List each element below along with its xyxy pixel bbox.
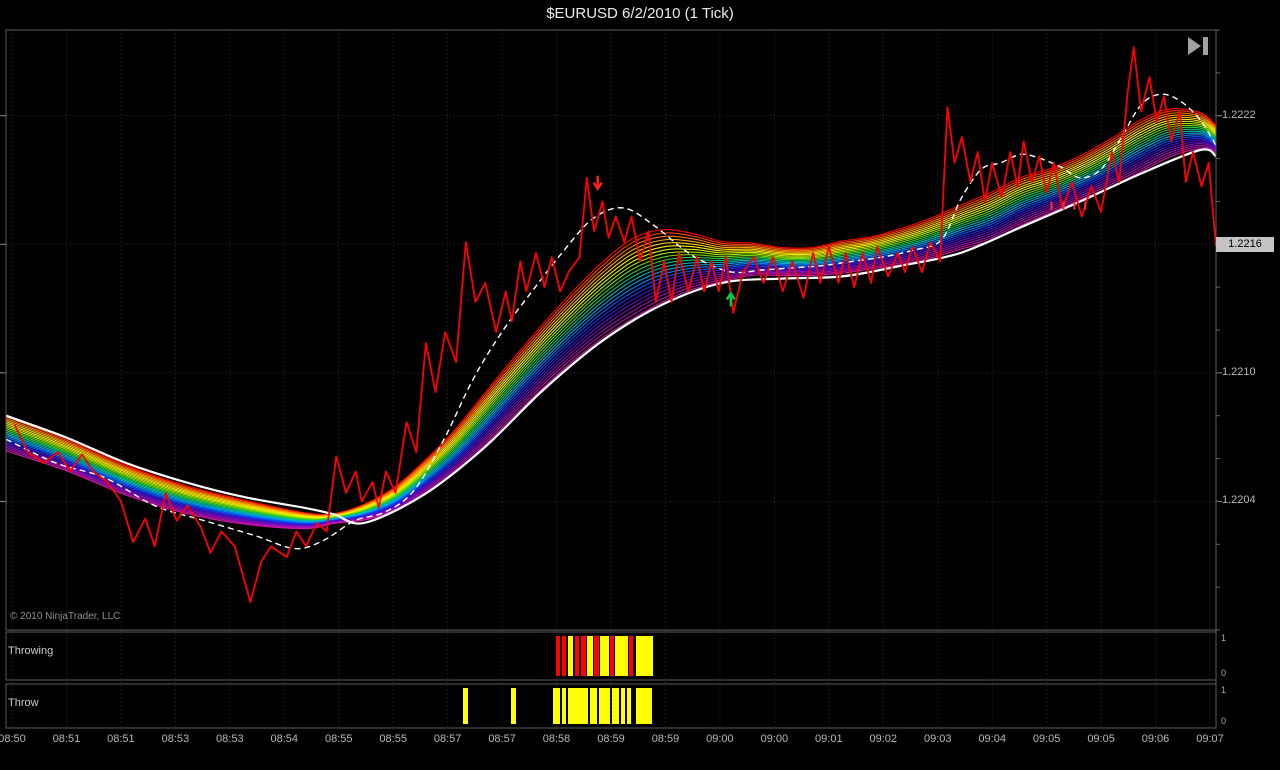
price-label: 1.2222 [1222, 108, 1256, 121]
signal-bar [599, 688, 610, 724]
price-axis[interactable]: 1.2222 1.2216 1.2210 1.2204 1 0 1 0 [1216, 28, 1280, 730]
signal-bar [627, 688, 631, 724]
signal-bar [575, 636, 579, 676]
fast-forward-glyph [1188, 37, 1208, 55]
signal-bar [562, 688, 566, 724]
window-title: $EURUSD 6/2/2010 (1 Tick) [546, 5, 734, 22]
time-label: 08:51 [52, 733, 81, 745]
time-label: 09:01 [815, 733, 843, 745]
signal-bar [587, 636, 593, 676]
price-label: 1.2210 [1222, 365, 1256, 378]
buy-arrow-marker [725, 291, 736, 307]
signal-bar [615, 636, 628, 676]
last-price-badge: 1.2216 [1216, 237, 1274, 252]
time-axis[interactable]: 08:50 08:51 08:51 08:53 08:53 08:54 08:55 08:55… [0, 730, 1240, 750]
chart-window: $EURUSD 6/2/2010 (1 Tick) © 2010 NinjaTr… [0, 0, 1280, 770]
time-label: 08:54 [270, 733, 299, 745]
time-label: 08:59 [597, 733, 625, 745]
ma-ribbon-line [5, 108, 1217, 516]
time-label: 09:05 [1087, 733, 1115, 745]
envelope-ma-line [5, 148, 1217, 525]
time-label: 09:00 [706, 733, 734, 745]
time-label: 08:53 [216, 733, 244, 745]
panel-label-throw: Throw [8, 697, 39, 709]
time-label: 09:03 [923, 733, 952, 745]
time-label: 09:06 [1141, 733, 1170, 745]
signal-bar [553, 688, 560, 724]
signal-bar [568, 688, 588, 724]
price-label: 1.2204 [1222, 494, 1256, 507]
time-label: 08:55 [379, 733, 407, 745]
signal-bar [556, 636, 560, 676]
panel-label-throwing: Throwing [8, 645, 54, 657]
panel-scale-label: 0 [1221, 668, 1227, 678]
signal-bar [581, 636, 586, 676]
go-to-latest-icon[interactable] [1186, 36, 1212, 61]
panel-scale-label: 1 [1221, 633, 1227, 643]
time-label: 08:51 [107, 733, 135, 745]
tick-price-line [13, 46, 1217, 603]
signal-bar [511, 688, 516, 724]
chart-canvas[interactable] [0, 0, 1280, 770]
time-label: 09:05 [1032, 733, 1061, 745]
sell-arrow-marker [592, 175, 603, 191]
signal-bar [636, 636, 653, 676]
time-label: 08:55 [324, 733, 353, 745]
time-label: 09:04 [978, 733, 1006, 745]
signal-bar [562, 636, 566, 676]
panel-scale-label: 0 [1221, 716, 1227, 726]
time-label: 08:50 [0, 733, 26, 745]
panel-scale-label: 1 [1221, 685, 1227, 695]
time-label: 09:02 [869, 733, 898, 745]
signal-bar [590, 688, 597, 724]
time-label: 08:58 [542, 733, 571, 745]
time-label: 09:00 [760, 733, 789, 745]
time-label: 08:53 [161, 733, 190, 745]
signal-bar [629, 636, 633, 676]
time-label: 09:07 [1196, 733, 1224, 745]
time-label: 08:57 [488, 733, 516, 745]
signal-bar [463, 688, 468, 724]
signal-bar [568, 636, 573, 676]
signal-bar [636, 688, 652, 724]
signal-bar [594, 636, 599, 676]
copyright-label: © 2010 NinjaTrader, LLC [10, 611, 121, 622]
signal-bar [600, 636, 609, 676]
time-label: 08:57 [433, 733, 462, 745]
signal-bar [610, 636, 614, 676]
time-label: 08:59 [651, 733, 680, 745]
signal-bar [621, 688, 625, 724]
signal-bar [612, 688, 619, 724]
